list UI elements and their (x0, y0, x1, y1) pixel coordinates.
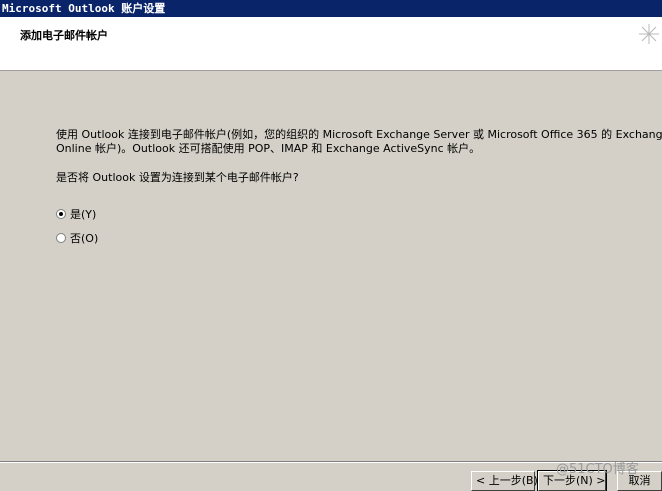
window-title: Microsoft Outlook 账户设置 (2, 2, 166, 15)
description-line-1: 使用 Outlook 连接到电子邮件帐户(例如，您的组织的 Microsoft … (56, 128, 662, 141)
radio-no-label: 否(O) (70, 232, 99, 245)
window-titlebar[interactable]: Microsoft Outlook 账户设置 (0, 0, 662, 17)
wizard-header: 添加电子邮件帐户 (0, 17, 662, 71)
radio-selected-icon[interactable] (56, 209, 66, 219)
description-block: 使用 Outlook 连接到电子邮件帐户(例如，您的组织的 Microsoft … (56, 128, 662, 156)
radio-unselected-icon[interactable] (56, 233, 66, 243)
page-title: 添加电子邮件帐户 (20, 29, 108, 42)
description-line-2: Online 帐户)。Outlook 还可搭配使用 POP、IMAP 和 Exc… (56, 142, 481, 155)
radio-option-yes[interactable]: 是(Y) (56, 206, 96, 222)
watermark: @51CTO博客 (556, 462, 639, 477)
radio-option-no[interactable]: 否(O) (56, 230, 98, 246)
setup-question: 是否将 Outlook 设置为连接到某个电子邮件帐户? (56, 171, 299, 184)
radio-yes-label: 是(Y) (70, 208, 97, 221)
back-button[interactable]: < 上一步(B) (471, 471, 538, 491)
sparkle-icon (639, 24, 659, 44)
